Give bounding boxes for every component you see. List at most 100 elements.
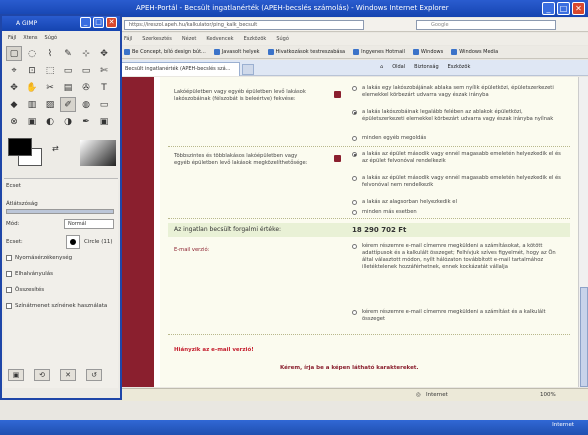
help-icon[interactable] (334, 155, 341, 162)
radio-option[interactable]: minden egyéb megoldás (352, 135, 562, 142)
paths-icon[interactable]: ▤ (60, 80, 76, 95)
text-icon[interactable]: T (96, 80, 112, 95)
color-picker-icon[interactable]: ⌖ (6, 63, 22, 78)
address-input[interactable]: https://ireszol.apeh.hu/kalkulator/ping_… (124, 20, 364, 30)
minimize-button[interactable]: _ (542, 2, 555, 15)
radio-option[interactable]: minden más esetben (352, 209, 562, 216)
menu-item-help[interactable]: Súgó (45, 33, 58, 43)
radio-option[interactable]: kérem részemre e-mail címemre megküldeni… (352, 309, 562, 323)
maximize-button[interactable]: □ (93, 17, 104, 28)
favorite-link[interactable]: Hivatkozások testreszabása (267, 46, 345, 58)
ink-icon[interactable]: ⊗ (6, 114, 22, 129)
delete-options-icon[interactable]: ✕ (60, 369, 76, 381)
checkbox-fade[interactable]: Elhalványulás (6, 271, 53, 277)
checkbox[interactable] (6, 303, 12, 309)
radio-option[interactable]: a lakás az alagsorban helyezkedik el (352, 199, 562, 206)
mode-select[interactable]: Normál (64, 219, 114, 229)
save-options-icon[interactable]: ▣ (8, 369, 24, 381)
checkbox-gradient[interactable]: Színátmenet színének használata (6, 303, 107, 309)
reset-options-icon[interactable]: ↺ (86, 369, 102, 381)
restore-options-icon[interactable]: ⟲ (34, 369, 50, 381)
foreground-color[interactable] (8, 138, 32, 156)
checkbox[interactable] (6, 255, 12, 261)
bucket-fill-icon[interactable]: ◆ (6, 97, 22, 112)
menu-item-tools[interactable]: Eszközök (244, 33, 267, 45)
favorite-link[interactable]: Windows (412, 46, 443, 58)
radio-button[interactable] (352, 210, 357, 215)
checkbox[interactable] (6, 287, 12, 293)
active-gradient[interactable] (80, 140, 116, 166)
menu-item-help[interactable]: Súgó (276, 33, 289, 45)
radio-option[interactable]: a lakás az épület második vagy ennél mag… (352, 175, 562, 189)
pencil-icon[interactable]: ▨ (42, 97, 58, 112)
radio-button[interactable] (352, 176, 357, 181)
radio-option[interactable]: a lakás az épület második vagy ennél mag… (352, 151, 562, 165)
favorite-link[interactable]: Windows Media (451, 46, 498, 58)
checkbox-pressure[interactable]: Nyomásérzékenység (6, 255, 72, 261)
minimize-button[interactable]: _ (80, 17, 91, 28)
measure-icon[interactable]: ⬚ (42, 63, 58, 78)
radio-button[interactable] (352, 110, 357, 115)
radio-button[interactable] (352, 136, 357, 141)
safety-menu[interactable]: Biztonság (414, 64, 438, 70)
menu-item-xtns[interactable]: Xtens (23, 33, 37, 43)
radio-button[interactable] (352, 152, 357, 157)
radio-option[interactable]: a lakás lakószobáinak legalább felében a… (352, 109, 562, 123)
opacity-slider[interactable] (6, 209, 114, 214)
paintbrush-icon[interactable]: ✐ (60, 97, 76, 112)
transform-icon[interactable]: ✥ (6, 80, 22, 95)
eraser-icon[interactable]: ◍ (78, 97, 94, 112)
lasso-icon[interactable]: ⌇ (42, 46, 58, 61)
rotate-icon[interactable]: ▭ (78, 63, 94, 78)
zoom-level[interactable]: 100% (540, 389, 556, 402)
home-icon[interactable]: ⌂ (380, 64, 383, 70)
page-menu[interactable]: Oldal (392, 64, 405, 70)
favorite-link[interactable]: Be Concept, bíló design bút... (124, 46, 206, 58)
smudge-icon[interactable]: ✒ (78, 114, 94, 129)
cage-icon[interactable]: ✇ (78, 80, 94, 95)
radio-button[interactable] (352, 244, 357, 249)
ellipse-select-icon[interactable]: ◌ (24, 46, 40, 61)
heal-icon[interactable]: ◐ (42, 114, 58, 129)
menu-item-file[interactable]: Fájl (8, 33, 16, 43)
checkbox-incremental[interactable]: Összesítés (6, 287, 44, 293)
checkbox[interactable] (6, 271, 12, 277)
radio-button[interactable] (352, 200, 357, 205)
dodge-burn-icon[interactable]: ▣ (96, 114, 112, 129)
vertical-scrollbar[interactable] (578, 77, 588, 387)
swap-colors-icon[interactable]: ⇄ (52, 144, 59, 153)
airbrush-icon[interactable]: ▭ (96, 97, 112, 112)
favorite-link[interactable]: Ingyenes Hotmail (353, 46, 405, 58)
search-input[interactable]: Google (416, 20, 556, 30)
close-button[interactable]: ✕ (106, 17, 117, 28)
flip-icon[interactable]: ✂ (42, 80, 58, 95)
radio-button[interactable] (352, 86, 357, 91)
blur-icon[interactable]: ◑ (60, 114, 76, 129)
radio-option[interactable]: a lakás egy lakószobájának ablaka sem ny… (352, 85, 562, 99)
blend-icon[interactable]: ▥ (24, 97, 40, 112)
clone-icon[interactable]: ▣ (24, 114, 40, 129)
scissors-icon[interactable]: ✄ (96, 63, 112, 78)
favorite-link[interactable]: Javasolt helyek (213, 46, 260, 58)
perspective-icon[interactable]: ✋ (24, 80, 40, 95)
menu-item-favorites[interactable]: Kedvencek (206, 33, 233, 45)
menu-item-view[interactable]: Nézet (182, 33, 196, 45)
browser-tab[interactable]: Becsült ingatlanérték (APEH-becslés szá.… (120, 62, 240, 76)
crop-icon[interactable]: ▭ (60, 63, 76, 78)
rect-select-icon[interactable]: ▢ (6, 46, 22, 61)
tools-menu[interactable]: Eszközök (448, 64, 471, 70)
menu-item-file[interactable]: Fájl (124, 33, 132, 45)
color-select-icon[interactable]: ⊹ (78, 46, 94, 61)
maximize-button[interactable]: □ (557, 2, 570, 15)
close-button[interactable]: ✕ (572, 2, 585, 15)
brush-preview[interactable] (66, 235, 80, 249)
radio-option[interactable]: kérem részemre e-mail címemre megküldeni… (352, 243, 562, 271)
help-icon[interactable] (334, 91, 341, 98)
zoom-icon[interactable]: ⊡ (24, 63, 40, 78)
fuzzy-select-icon[interactable]: ✎ (60, 46, 76, 61)
radio-button[interactable] (352, 310, 357, 315)
scrollbar-thumb[interactable] (580, 287, 588, 387)
move-icon[interactable]: ✥ (96, 46, 112, 61)
new-tab-button[interactable] (242, 64, 254, 75)
menu-item-edit[interactable]: Szerkesztés (142, 33, 172, 45)
